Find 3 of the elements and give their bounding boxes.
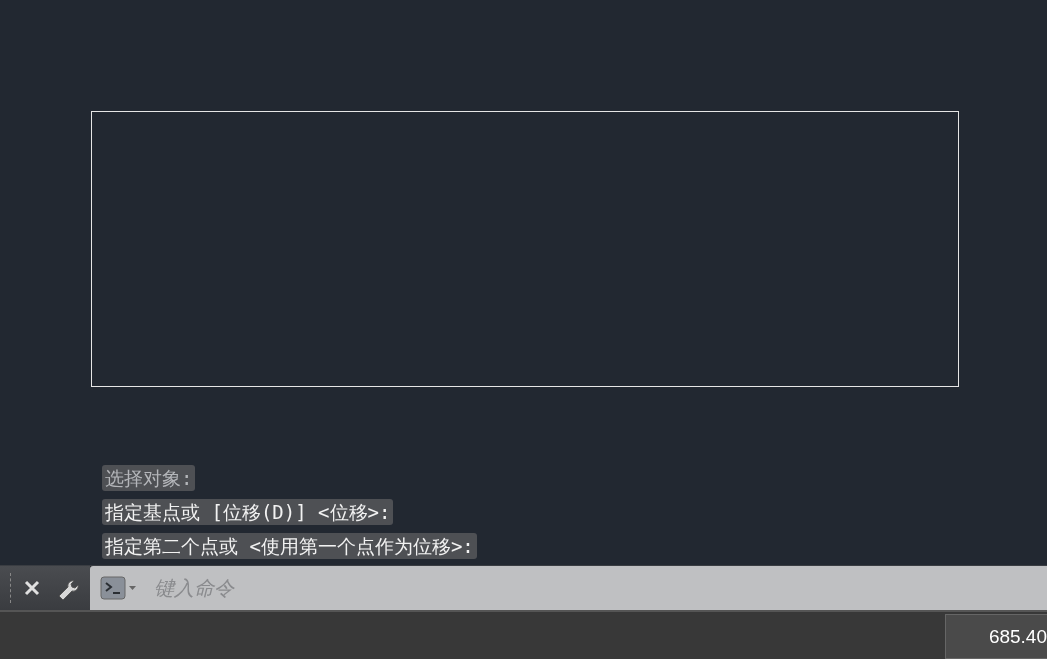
coordinate-display: 685.40 <box>945 614 1047 659</box>
terminal-icon <box>100 575 138 601</box>
terminal-dropdown-button[interactable] <box>90 566 146 610</box>
